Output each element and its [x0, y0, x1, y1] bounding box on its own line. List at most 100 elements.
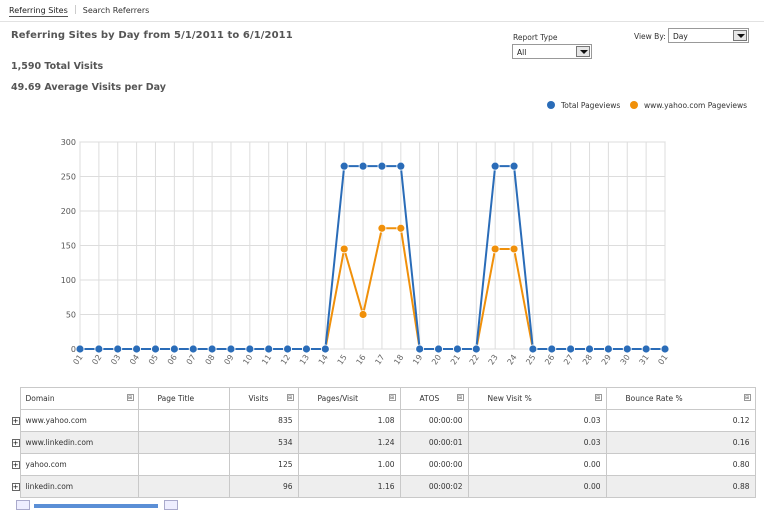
x-tick-label: 29 — [600, 353, 613, 367]
x-tick-label: 25 — [524, 353, 537, 367]
cell-pages-visit: 1.00 — [297, 453, 401, 476]
legend-total[interactable]: Total Pageviews — [547, 101, 620, 110]
x-tick-label: 23 — [487, 353, 500, 367]
sort-icon[interactable]: ⊞ — [456, 394, 464, 401]
legend-yahoo[interactable]: www.yahoo.com Pageviews — [630, 101, 747, 110]
sort-icon[interactable]: ⊞ — [388, 394, 396, 401]
expand-row-icon[interactable]: + — [11, 483, 20, 491]
x-tick-label: 14 — [317, 353, 330, 367]
sort-icon[interactable]: ⊞ — [743, 394, 751, 401]
report-title: Referring Sites by Day from 5/1/2011 to … — [11, 30, 293, 41]
x-tick-label: 28 — [581, 353, 594, 367]
sort-icon[interactable]: ⊞ — [594, 394, 602, 401]
data-point — [434, 344, 443, 354]
legend-dot-icon — [547, 101, 555, 109]
header-spacer — [7, 387, 20, 410]
sort-icon[interactable]: ⊞ — [126, 394, 134, 401]
cell-visits: 534 — [228, 431, 299, 454]
cell-atos: 00:00:01 — [399, 431, 469, 454]
y-tick-label: 0 — [71, 345, 76, 354]
cell-new-visit: 0.03 — [467, 431, 607, 454]
tab-separator — [74, 5, 76, 14]
table-header-row: Domain ⊞ Page Title Visits ⊞ Pages/Visit ⊞ … — [7, 387, 756, 410]
x-tick-label: 21 — [449, 353, 462, 367]
cell-atos: 00:00:00 — [399, 453, 469, 476]
expand-row-icon[interactable]: + — [11, 439, 20, 447]
cell-bounce-rate: 0.16 — [605, 431, 756, 454]
data-point — [302, 344, 311, 354]
x-tick-label: 16 — [354, 353, 367, 367]
column-header-pages-visit[interactable]: Pages/Visit ⊞ — [297, 387, 401, 410]
data-point — [547, 344, 557, 354]
data-point — [509, 244, 519, 254]
column-header-bounce-rate[interactable]: Bounce Rate % ⊞ — [605, 387, 756, 410]
y-tick-label: 150 — [61, 242, 76, 251]
x-tick-label: 05 — [147, 353, 160, 367]
x-tick-label: 27 — [562, 353, 575, 367]
x-tick-label: 10 — [241, 353, 254, 367]
data-point — [453, 344, 462, 354]
horizontal-scrollbar[interactable] — [34, 504, 158, 508]
column-header-visits[interactable]: Visits ⊞ — [228, 387, 299, 410]
cell-pages-visit: 1.16 — [297, 475, 401, 498]
cell-atos: 00:00:02 — [399, 475, 469, 498]
column-header-new-visit[interactable]: New Visit % ⊞ — [467, 387, 607, 410]
cell-page-title — [137, 475, 230, 498]
data-point — [641, 344, 651, 354]
data-point — [415, 344, 425, 354]
cell-domain: linkedin.com — [19, 475, 139, 498]
column-header-atos[interactable]: ATOS ⊞ — [399, 387, 469, 410]
data-point — [377, 161, 387, 171]
legend-total-label: Total Pageviews — [561, 101, 621, 110]
expand-row-icon[interactable]: + — [11, 417, 20, 425]
view-by-select[interactable]: Day — [668, 28, 749, 43]
x-tick-label: 13 — [298, 353, 311, 367]
x-tick-label: 03 — [109, 353, 122, 367]
report-type-select[interactable]: All — [512, 44, 592, 59]
cell-domain: yahoo.com — [19, 453, 139, 476]
data-point — [396, 223, 406, 233]
data-point — [320, 344, 330, 354]
average-visits: 49.69 Average Visits per Day — [11, 82, 166, 93]
legend-yahoo-label: www.yahoo.com Pageviews — [644, 101, 748, 110]
x-tick-label: 07 — [185, 353, 198, 367]
data-point — [471, 344, 481, 354]
data-point — [490, 244, 500, 254]
x-tick-label: 02 — [90, 353, 103, 367]
cell-domain: www.linkedin.com — [19, 431, 139, 454]
cell-new-visit: 0.03 — [467, 409, 607, 432]
x-tick-label: 11 — [260, 353, 273, 367]
chevron-down-icon[interactable] — [576, 46, 590, 57]
series-line — [80, 165, 665, 350]
x-tick-label: 20 — [430, 353, 443, 367]
view-by-label: View By: — [634, 32, 666, 41]
table-row: + linkedin.com 96 1.16 00:00:02 0.00 0.8… — [7, 475, 756, 498]
table-row: + yahoo.com 125 1.00 00:00:00 0.00 0.80 — [7, 453, 756, 476]
sort-icon[interactable]: ⊞ — [286, 394, 294, 401]
x-tick-label: 12 — [279, 353, 292, 367]
data-point — [169, 344, 179, 354]
pager-next-button[interactable] — [164, 500, 178, 510]
chevron-down-icon[interactable] — [733, 30, 747, 41]
tab-referring-sites[interactable]: Referring Sites — [9, 6, 68, 17]
tab-search-referrers[interactable]: Search Referrers — [83, 6, 150, 15]
data-point — [358, 310, 368, 319]
cell-pages-visit: 1.24 — [297, 431, 401, 454]
x-tick-label: 09 — [222, 353, 235, 367]
pager-prev-button[interactable] — [16, 500, 30, 510]
column-header-domain[interactable]: Domain ⊞ — [19, 387, 139, 410]
column-header-page-title[interactable]: Page Title — [137, 387, 230, 410]
cell-atos: 00:00:00 — [399, 409, 469, 432]
y-tick-label: 100 — [61, 276, 76, 285]
expand-row-icon[interactable]: + — [11, 461, 20, 469]
series-line — [80, 227, 665, 350]
data-point — [339, 161, 349, 171]
x-tick-label: 18 — [392, 353, 405, 367]
x-tick-label: 01 — [656, 353, 669, 367]
y-tick-label: 50 — [66, 311, 76, 320]
report-tabs: Referring Sites Search Referrers — [9, 5, 149, 17]
data-point — [603, 344, 613, 354]
data-point — [377, 223, 387, 233]
cell-new-visit: 0.00 — [467, 453, 607, 476]
x-tick-label: 31 — [638, 353, 651, 367]
